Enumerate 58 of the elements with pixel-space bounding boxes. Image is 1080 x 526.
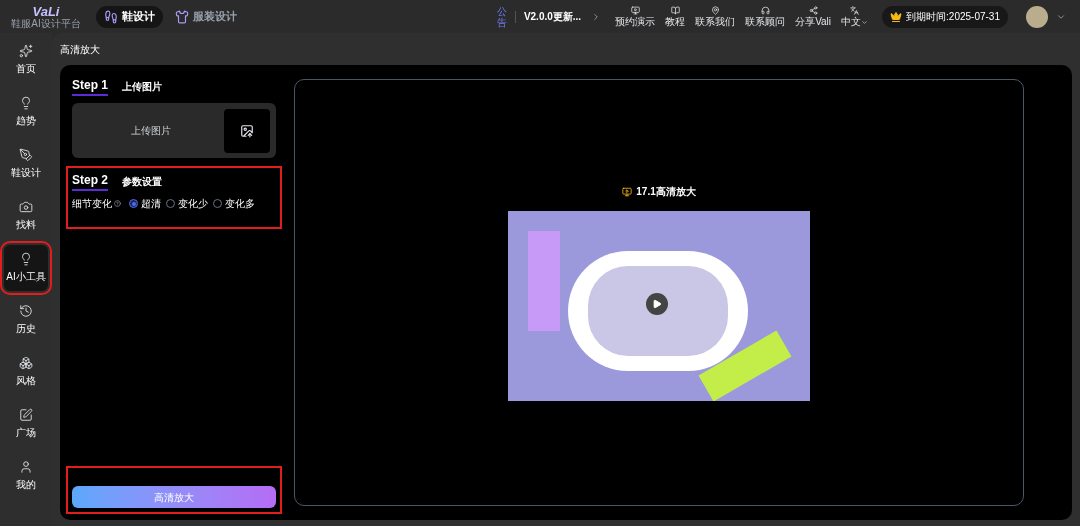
radio-option[interactable]: 变化多 bbox=[213, 196, 255, 211]
video-icon bbox=[622, 186, 633, 197]
caret-icon bbox=[861, 18, 869, 26]
shirt-icon bbox=[175, 9, 189, 24]
toolbar-button[interactable]: 联系顾问 bbox=[745, 6, 786, 27]
crown-icon bbox=[890, 10, 903, 23]
step-title: 上传图片 bbox=[122, 79, 162, 94]
field-label: 细节变化 bbox=[72, 197, 112, 211]
sidebar-item[interactable]: 风格 bbox=[4, 349, 48, 395]
sidebar-item[interactable]: 找料 bbox=[4, 193, 48, 239]
sidebar-icon bbox=[19, 356, 33, 370]
step-label: Step 2 bbox=[72, 171, 108, 191]
preview-title: 17.1高清放大 bbox=[636, 185, 696, 199]
image-upload-icon bbox=[240, 123, 254, 138]
toolbar-icon bbox=[670, 6, 680, 15]
sidebar-item[interactable]: 我的 bbox=[4, 453, 48, 499]
logo-subtitle: 鞋服AI设计平台 bbox=[11, 18, 81, 29]
toolbar-button[interactable]: 教程 bbox=[665, 6, 686, 27]
toolbar-button[interactable]: 预约演示 bbox=[615, 6, 656, 27]
toolbar-icon bbox=[710, 6, 720, 15]
sidebar-item[interactable]: 历史 bbox=[4, 297, 48, 343]
breadcrumb: 高清放大 bbox=[60, 42, 101, 57]
announcement-text[interactable]: V2.0.0更新... bbox=[523, 9, 582, 24]
avatar[interactable] bbox=[1026, 5, 1048, 28]
language-icon bbox=[850, 6, 860, 15]
sidebar-item[interactable]: 广场 bbox=[4, 401, 48, 447]
toolbar-button[interactable]: 分享Vali bbox=[795, 6, 832, 27]
announcement-label: 公告 bbox=[496, 5, 507, 28]
help-icon[interactable] bbox=[114, 200, 121, 207]
toolbar-button[interactable]: 联系我们 bbox=[695, 6, 736, 27]
radio-button[interactable] bbox=[129, 199, 138, 208]
step-title: 参数设置 bbox=[122, 174, 162, 189]
logo: VaLi bbox=[32, 4, 60, 18]
sidebar-item[interactable]: 鞋设计 bbox=[4, 141, 48, 187]
radio-button[interactable] bbox=[166, 199, 175, 208]
toolbar-icon bbox=[808, 6, 818, 15]
sidebar-icon bbox=[19, 304, 33, 318]
toolbar-icon bbox=[760, 6, 770, 15]
sidebar-icon bbox=[19, 148, 33, 162]
sidebar-icon bbox=[19, 200, 33, 214]
radio-option[interactable]: 变化少 bbox=[166, 196, 208, 211]
sidebar-item[interactable]: 趋势 bbox=[4, 89, 48, 135]
radio-option[interactable]: 超清 bbox=[129, 196, 161, 211]
sidebar-icon bbox=[19, 252, 33, 266]
top-tab[interactable]: 服装设计 bbox=[167, 5, 245, 28]
sidebar-icon bbox=[19, 44, 33, 58]
expiry-text: 到期时间:2025-07-31 bbox=[906, 10, 1000, 24]
step-label: Step 1 bbox=[72, 76, 108, 96]
top-tab[interactable]: 鞋设计 bbox=[96, 5, 163, 28]
language-button[interactable]: 中文 bbox=[841, 6, 869, 27]
radio-button[interactable] bbox=[213, 199, 222, 208]
toolbar-icon bbox=[630, 6, 640, 15]
upload-button[interactable] bbox=[224, 108, 270, 153]
sidebar-icon bbox=[19, 96, 33, 110]
sidebar-icon bbox=[19, 460, 33, 474]
upload-area[interactable]: 上传图片 bbox=[72, 103, 276, 158]
sidebar-icon bbox=[19, 408, 33, 422]
sidebar-item[interactable]: 首页 bbox=[4, 37, 48, 83]
